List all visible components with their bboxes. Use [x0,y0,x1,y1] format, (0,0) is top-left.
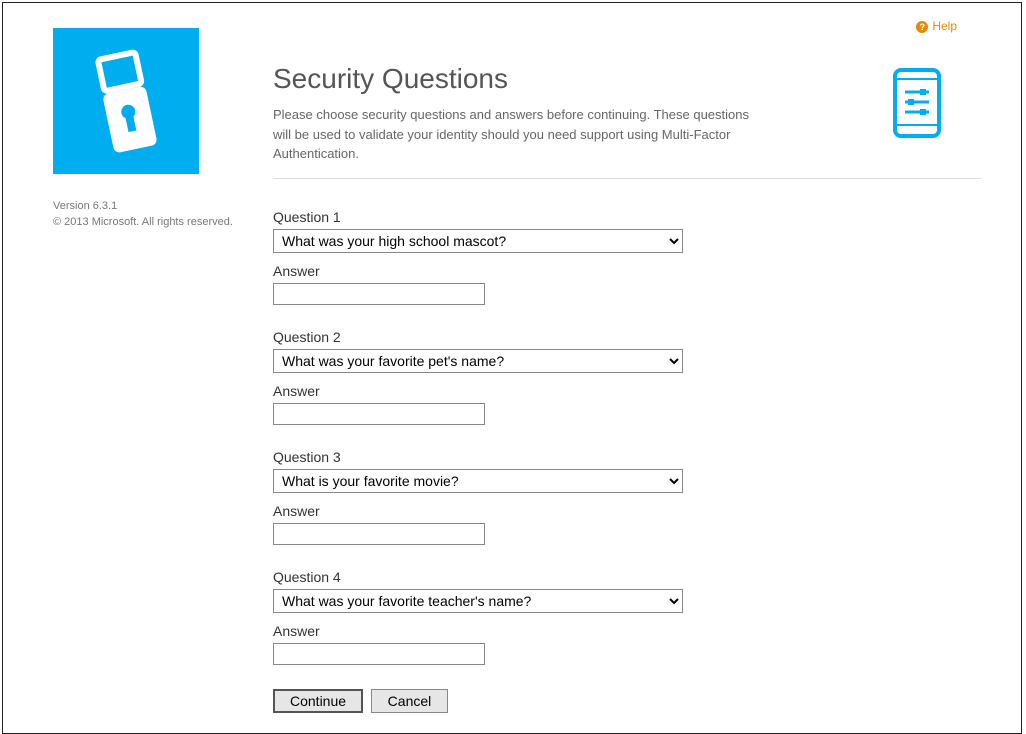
continue-button[interactable]: Continue [273,689,363,713]
question-2-label: Question 2 [273,329,981,345]
version-text: Version 6.3.1 [53,200,253,212]
sidebar: Version 6.3.1 © 2013 Microsoft. All righ… [3,3,253,733]
answer-4-label: Answer [273,623,981,639]
question-3-label: Question 3 [273,449,981,465]
phone-lock-icon [86,46,166,156]
answer-3-input[interactable] [273,523,485,545]
question-block-3: Question 3 What is your favorite movie? … [273,449,981,555]
main-content: Help Security Questions Please choose se… [253,3,1021,733]
logo-tile [53,28,199,174]
question-block-4: Question 4 What was your favorite teache… [273,569,981,675]
answer-3-label: Answer [273,503,981,519]
help-link[interactable]: Help [916,19,957,33]
settings-phone-icon [889,68,945,138]
divider [273,178,981,179]
page-subtitle: Please choose security questions and ans… [273,105,753,164]
question-4-select[interactable]: What was your favorite teacher's name? [273,589,683,613]
question-block-1: Question 1 What was your high school mas… [273,209,981,315]
question-3-select[interactable]: What is your favorite movie? [273,469,683,493]
copyright-text: © 2013 Microsoft. All rights reserved. [53,216,253,228]
page-title: Security Questions [273,63,849,95]
question-1-select[interactable]: What was your high school mascot? [273,229,683,253]
answer-1-input[interactable] [273,283,485,305]
answer-2-label: Answer [273,383,981,399]
answer-1-label: Answer [273,263,981,279]
question-4-label: Question 4 [273,569,981,585]
answer-2-input[interactable] [273,403,485,425]
cancel-button[interactable]: Cancel [371,689,449,713]
question-block-2: Question 2 What was your favorite pet's … [273,329,981,435]
button-row: Continue Cancel [273,689,981,713]
question-1-label: Question 1 [273,209,981,225]
question-2-select[interactable]: What was your favorite pet's name? [273,349,683,373]
answer-4-input[interactable] [273,643,485,665]
